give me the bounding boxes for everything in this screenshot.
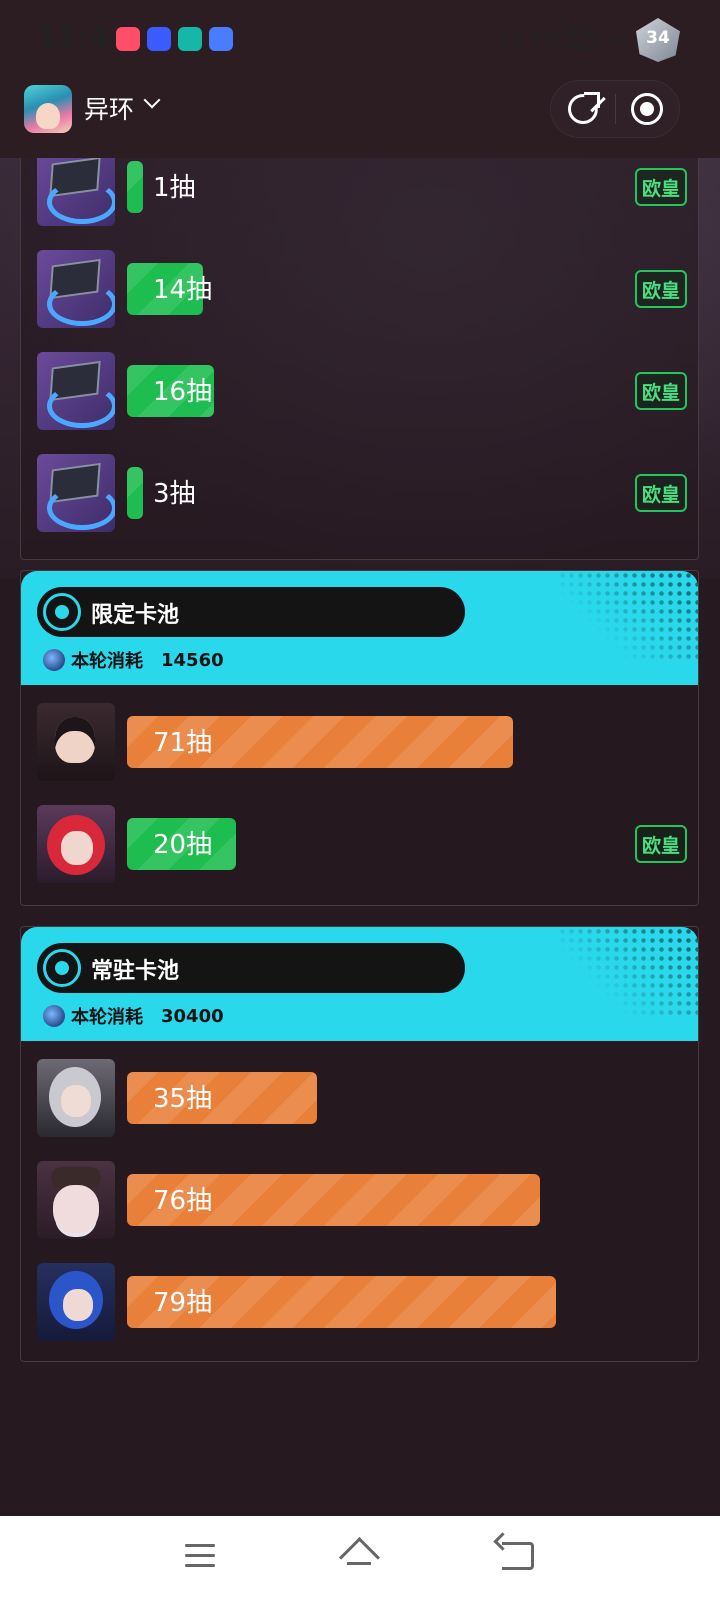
app-store-icon xyxy=(209,27,233,51)
pull-count: 20抽 xyxy=(153,830,213,860)
pool-title: 限定卡池 xyxy=(91,603,180,628)
pull-count: 79抽 xyxy=(153,1288,213,1318)
battery-level: 34 xyxy=(646,28,670,48)
notification-icons xyxy=(116,27,233,51)
weapon-avatar xyxy=(37,250,115,328)
game-avatar-icon[interactable] xyxy=(24,85,72,133)
video-app-icon xyxy=(116,27,140,51)
character-avatar xyxy=(37,1059,115,1137)
home-icon[interactable] xyxy=(340,1540,378,1572)
alarm-icon xyxy=(500,30,521,50)
pool-header: 常驻卡池 本轮消耗 30400 xyxy=(21,927,698,1041)
weapon-avatar xyxy=(37,454,115,532)
pool-title-pill: 常驻卡池 xyxy=(37,943,465,993)
list-item[interactable]: 14抽 欧皇 xyxy=(37,250,687,330)
header-actions xyxy=(550,80,680,138)
network-type: 5G xyxy=(607,32,626,47)
lucky-badge: 欧皇 xyxy=(635,825,687,863)
limited-pool-card: 限定卡池 本轮消耗 14560 71抽 20抽 欧皇 xyxy=(20,570,699,906)
character-avatar xyxy=(37,703,115,781)
status-bar: 11:44 777 0.00 KB/s 5G 34 xyxy=(0,0,720,78)
currency-icon xyxy=(43,649,65,671)
target-icon xyxy=(43,593,81,631)
chevron-down-icon[interactable] xyxy=(143,91,161,109)
pull-count: 1抽 xyxy=(153,173,196,203)
pool-header: 限定卡池 本轮消耗 14560 xyxy=(21,571,698,685)
cost-label: 本轮消耗 xyxy=(71,1007,143,1028)
lucky-badge: 欧皇 xyxy=(635,372,687,410)
signal-brand: 777 xyxy=(530,32,558,48)
game-name[interactable]: 异环 xyxy=(84,90,134,126)
net-speed: 0.00 KB/s xyxy=(568,27,598,53)
status-indicators: 777 0.00 KB/s 5G 34 xyxy=(500,18,680,62)
dot-pattern xyxy=(558,927,698,1017)
list-item[interactable]: 79抽 xyxy=(37,1263,677,1343)
standard-pool-card: 常驻卡池 本轮消耗 30400 35抽 76抽 79抽 xyxy=(20,926,699,1362)
cost-row: 本轮消耗 30400 xyxy=(43,1003,224,1029)
list-item[interactable]: 71抽 xyxy=(37,703,677,783)
list-item[interactable]: 3抽 欧皇 xyxy=(37,454,687,534)
weapon-pool-card: 1抽 欧皇 14抽 欧皇 16抽 欧皇 3抽 欧皇 xyxy=(20,158,699,560)
battery-icon: 34 xyxy=(636,18,680,62)
pull-count: 35抽 xyxy=(153,1084,213,1114)
share-button[interactable] xyxy=(551,80,615,138)
cost-value: 30400 xyxy=(161,1005,224,1027)
taptap-app-icon xyxy=(178,27,202,51)
character-avatar xyxy=(37,805,115,883)
pull-bar xyxy=(127,467,143,519)
character-avatar xyxy=(37,1161,115,1239)
weapon-avatar xyxy=(37,158,115,226)
pull-bar xyxy=(127,161,143,213)
pull-count: 16抽 xyxy=(153,377,213,407)
menu-icon[interactable] xyxy=(185,1544,215,1568)
app-header: 异环 xyxy=(0,78,720,158)
list-item[interactable]: 20抽 欧皇 xyxy=(37,805,687,885)
lucky-badge: 欧皇 xyxy=(635,270,687,308)
cost-label: 本轮消耗 xyxy=(71,651,143,672)
lucky-badge: 欧皇 xyxy=(635,168,687,206)
system-nav-bar xyxy=(0,1516,720,1600)
pull-count: 3抽 xyxy=(153,479,196,509)
cost-value: 14560 xyxy=(161,649,224,671)
cost-row: 本轮消耗 14560 xyxy=(43,647,224,673)
pool-title: 常驻卡池 xyxy=(91,959,180,984)
record-icon xyxy=(631,93,664,125)
pull-count: 14抽 xyxy=(153,275,213,305)
currency-icon xyxy=(43,1005,65,1027)
list-item[interactable]: 35抽 xyxy=(37,1059,677,1139)
back-icon[interactable] xyxy=(502,1542,534,1570)
pull-count: 76抽 xyxy=(153,1186,213,1216)
list-item[interactable]: 1抽 欧皇 xyxy=(37,158,687,228)
net-speed-unit: KB/s xyxy=(567,39,598,53)
list-item[interactable]: 76抽 xyxy=(37,1161,677,1241)
list-item[interactable]: 16抽 欧皇 xyxy=(37,352,687,432)
share-icon xyxy=(567,92,600,124)
record-button[interactable] xyxy=(616,80,680,138)
character-avatar xyxy=(37,1263,115,1341)
target-icon xyxy=(43,949,81,987)
content-area[interactable]: 1抽 欧皇 14抽 欧皇 16抽 欧皇 3抽 欧皇 限定卡池 本轮消耗 1456… xyxy=(0,158,720,1516)
vivo-app-icon xyxy=(147,27,171,51)
weapon-avatar xyxy=(37,352,115,430)
pull-count: 71抽 xyxy=(153,728,213,758)
lucky-badge: 欧皇 xyxy=(635,474,687,512)
dot-pattern xyxy=(558,571,698,661)
pool-title-pill: 限定卡池 xyxy=(37,587,465,637)
